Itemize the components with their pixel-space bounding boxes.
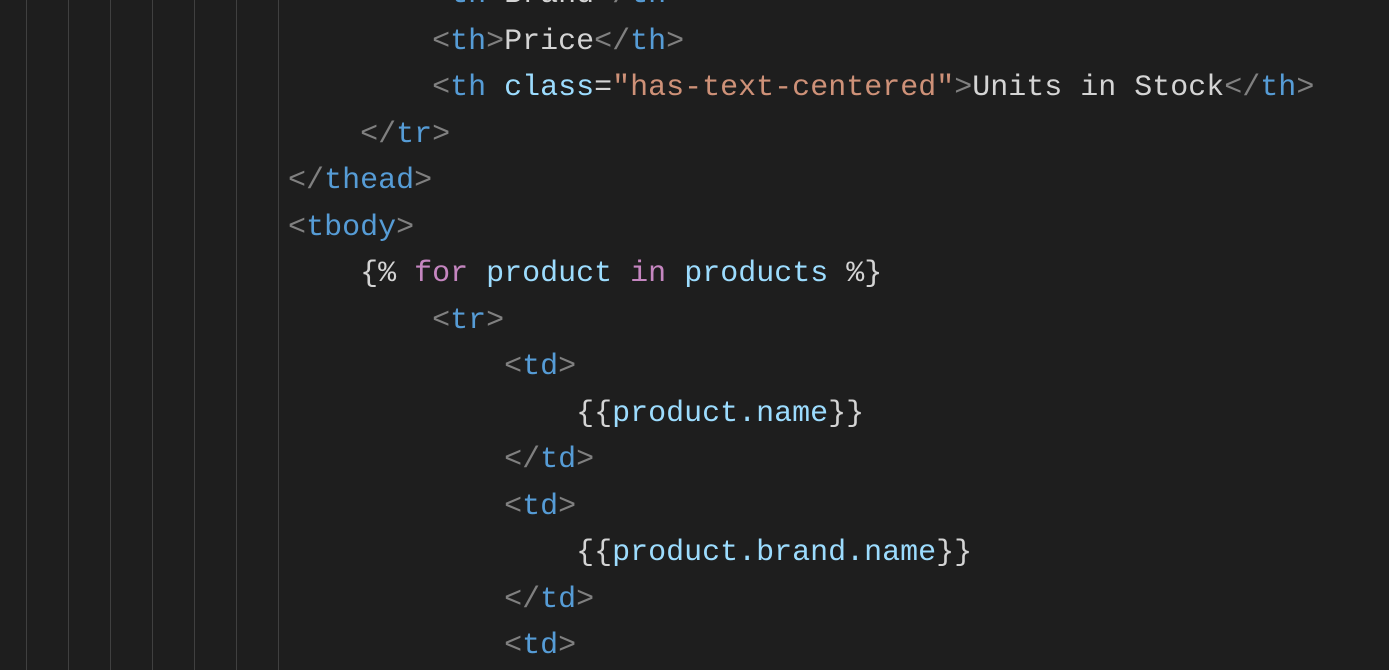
code-token: td <box>522 350 558 384</box>
code-token: in <box>630 257 666 291</box>
code-token: </ <box>504 443 540 477</box>
code-token: > <box>432 118 450 152</box>
code-token <box>666 257 684 291</box>
code-token: td <box>540 443 576 477</box>
code-lines-container: <th>Brand</th> <th>Price</th> <th class=… <box>0 0 1389 670</box>
code-token: < <box>432 25 450 59</box>
code-line[interactable]: <th class="has-text-centered">Units in S… <box>0 65 1389 112</box>
code-token: > <box>486 25 504 59</box>
code-token: > <box>396 211 414 245</box>
code-token: < <box>504 629 522 663</box>
code-token: class <box>504 71 594 105</box>
code-token <box>486 71 504 105</box>
code-token: %} <box>828 257 882 291</box>
code-token: {% <box>360 257 414 291</box>
code-token <box>612 257 630 291</box>
code-token: < <box>504 490 522 524</box>
code-token: th <box>630 25 666 59</box>
code-token: </ <box>594 0 630 12</box>
code-token: > <box>486 304 504 338</box>
code-token: < <box>504 350 522 384</box>
code-token: th <box>450 0 486 12</box>
code-token <box>468 257 486 291</box>
code-token: thead <box>324 164 414 198</box>
code-editor[interactable]: <th>Brand</th> <th>Price</th> <th class=… <box>0 0 1389 670</box>
code-token: > <box>576 583 594 617</box>
code-line[interactable]: <tbody> <box>0 205 1389 252</box>
code-token: }} <box>936 536 972 570</box>
code-token: th <box>630 0 666 12</box>
code-token: td <box>522 490 558 524</box>
code-token: "has-text-centered" <box>612 71 954 105</box>
code-token: }} <box>828 397 864 431</box>
code-token: tr <box>450 304 486 338</box>
code-line[interactable]: <th>Price</th> <box>0 19 1389 66</box>
code-line[interactable]: {{product.name}} <box>0 391 1389 438</box>
code-token: product.brand.name <box>612 536 936 570</box>
code-token: td <box>522 629 558 663</box>
code-token: </ <box>288 164 324 198</box>
code-token: td <box>540 583 576 617</box>
code-token: > <box>954 71 972 105</box>
code-token: </ <box>594 25 630 59</box>
code-token: {{ <box>576 536 612 570</box>
code-line[interactable]: {% for product in products %} <box>0 251 1389 298</box>
code-line[interactable]: {{product.brand.name}} <box>0 530 1389 577</box>
code-token: < <box>288 211 306 245</box>
code-token: > <box>414 164 432 198</box>
code-token: th <box>1260 71 1296 105</box>
code-token: th <box>450 25 486 59</box>
code-line[interactable]: <tr> <box>0 298 1389 345</box>
code-token: </ <box>360 118 396 152</box>
code-token: th <box>450 71 486 105</box>
code-token: < <box>432 304 450 338</box>
code-token: {{ <box>576 397 612 431</box>
code-token: product.name <box>612 397 828 431</box>
code-line[interactable]: </thead> <box>0 158 1389 205</box>
code-line[interactable]: <th>Brand</th> <box>0 0 1389 19</box>
code-token: > <box>1296 71 1314 105</box>
code-line[interactable]: </tr> <box>0 112 1389 159</box>
code-token: tr <box>396 118 432 152</box>
code-token: product <box>486 257 612 291</box>
code-token: > <box>576 443 594 477</box>
code-token: products <box>684 257 828 291</box>
code-token: = <box>594 71 612 105</box>
code-token: < <box>432 0 450 12</box>
code-token: tbody <box>306 211 396 245</box>
code-token: > <box>558 629 576 663</box>
code-token: > <box>666 0 684 12</box>
code-token: Brand <box>504 0 594 12</box>
code-token: </ <box>1224 71 1260 105</box>
code-line[interactable]: <td> <box>0 344 1389 391</box>
code-token: </ <box>504 583 540 617</box>
code-line[interactable]: </td> <box>0 577 1389 624</box>
code-token: > <box>666 25 684 59</box>
code-token: > <box>558 490 576 524</box>
code-token: > <box>486 0 504 12</box>
code-line[interactable]: <td> <box>0 484 1389 531</box>
code-token: Units in Stock <box>972 71 1224 105</box>
code-line[interactable]: </td> <box>0 437 1389 484</box>
code-token: > <box>558 350 576 384</box>
code-token: Price <box>504 25 594 59</box>
code-line[interactable]: <td> <box>0 623 1389 670</box>
code-token: for <box>414 257 468 291</box>
code-token: < <box>432 71 450 105</box>
